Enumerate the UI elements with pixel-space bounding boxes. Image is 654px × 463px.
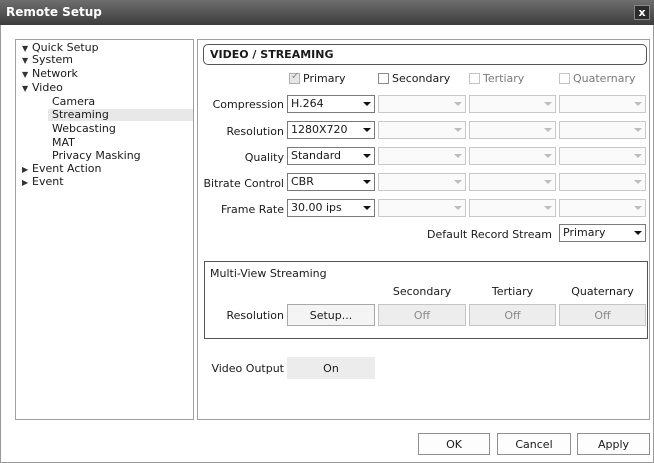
quality-label: Quality bbox=[244, 151, 284, 164]
default-record-stream-select[interactable]: Primary bbox=[559, 224, 646, 242]
resolution-label: Resolution bbox=[226, 125, 284, 138]
expand-arrow-icon: ▶ bbox=[22, 178, 29, 187]
tree-item-streaming[interactable]: Streaming bbox=[48, 109, 193, 121]
expand-arrow-icon: ▼ bbox=[22, 56, 29, 65]
tree-item-system[interactable]: ▼ System bbox=[22, 54, 73, 66]
secondary-label: Secondary bbox=[392, 72, 451, 85]
expand-arrow-icon: ▼ bbox=[22, 70, 29, 79]
close-icon[interactable]: x bbox=[634, 5, 650, 20]
bitrate-control-quaternary-select[interactable] bbox=[559, 173, 646, 191]
multiview-secondary-off-button[interactable]: Off bbox=[378, 304, 466, 326]
bitrate-control-primary-select[interactable]: CBR bbox=[287, 173, 375, 191]
compression-quaternary-select[interactable] bbox=[559, 95, 646, 113]
tree-item-video[interactable]: ▼ Video bbox=[22, 82, 63, 94]
apply-button[interactable]: Apply bbox=[577, 433, 650, 455]
tree-item-mat[interactable]: MAT bbox=[52, 137, 75, 149]
quality-primary-select[interactable]: Standard bbox=[287, 147, 375, 165]
tree-item-privacy-masking[interactable]: Privacy Masking bbox=[52, 150, 141, 162]
window-title: Remote Setup bbox=[6, 5, 102, 19]
primary-checkbox[interactable] bbox=[289, 71, 300, 84]
section-title: VIDEO / STREAMING bbox=[203, 44, 647, 65]
tree-item-webcasting[interactable]: Webcasting bbox=[52, 123, 116, 135]
bitrate-control-label: Bitrate Control bbox=[203, 177, 284, 190]
compression-tertiary-select[interactable] bbox=[469, 95, 556, 113]
secondary-checkbox[interactable] bbox=[378, 73, 389, 84]
tree-item-camera[interactable]: Camera bbox=[52, 96, 95, 108]
quality-secondary-select[interactable] bbox=[378, 147, 466, 165]
multiview-col-tertiary: Tertiary bbox=[491, 285, 534, 298]
quaternary-checkbox[interactable] bbox=[559, 73, 570, 84]
frame-rate-primary-select[interactable]: 30.00 ips bbox=[287, 199, 375, 217]
quality-quaternary-select[interactable] bbox=[559, 147, 646, 165]
quality-tertiary-select[interactable] bbox=[469, 147, 556, 165]
title-bar: Remote Setup x bbox=[0, 0, 654, 25]
tree-item-event[interactable]: ▶ Event bbox=[22, 176, 64, 188]
tertiary-checkbox[interactable] bbox=[469, 73, 480, 84]
default-record-stream-label: Default Record Stream bbox=[427, 228, 552, 241]
multiview-resolution-label: Resolution bbox=[226, 309, 284, 322]
resolution-quaternary-select[interactable] bbox=[559, 121, 646, 139]
multiview-quaternary-off-button[interactable]: Off bbox=[559, 304, 646, 326]
frame-rate-quaternary-select[interactable] bbox=[559, 199, 646, 217]
multi-view-streaming-title: Multi-View Streaming bbox=[210, 267, 327, 280]
multiview-col-secondary: Secondary bbox=[392, 285, 452, 298]
resolution-secondary-select[interactable] bbox=[378, 121, 466, 139]
bitrate-control-tertiary-select[interactable] bbox=[469, 173, 556, 191]
expand-arrow-icon: ▼ bbox=[22, 84, 29, 93]
expand-arrow-icon: ▶ bbox=[22, 165, 29, 174]
quaternary-label: Quaternary bbox=[573, 72, 636, 85]
video-output-toggle[interactable]: On bbox=[287, 357, 375, 379]
video-output-label: Video Output bbox=[211, 362, 284, 375]
compression-primary-select[interactable]: H.264 bbox=[287, 95, 375, 113]
resolution-primary-select[interactable]: 1280X720 bbox=[287, 121, 375, 139]
frame-rate-tertiary-select[interactable] bbox=[469, 199, 556, 217]
cancel-button[interactable]: Cancel bbox=[497, 433, 571, 455]
resolution-tertiary-select[interactable] bbox=[469, 121, 556, 139]
settings-tree bbox=[15, 39, 194, 420]
compression-label: Compression bbox=[212, 98, 284, 111]
tree-item-event-action[interactable]: ▶ Event Action bbox=[22, 163, 101, 175]
compression-secondary-select[interactable] bbox=[378, 95, 466, 113]
tree-item-network[interactable]: ▼ Network bbox=[22, 68, 78, 80]
multiview-col-quaternary: Quaternary bbox=[571, 285, 634, 298]
multiview-setup-button[interactable]: Setup... bbox=[287, 304, 375, 326]
ok-button[interactable]: OK bbox=[418, 433, 490, 455]
frame-rate-secondary-select[interactable] bbox=[378, 199, 466, 217]
frame-rate-label: Frame Rate bbox=[221, 203, 284, 216]
primary-label: Primary bbox=[303, 72, 346, 85]
tertiary-label: Tertiary bbox=[483, 72, 525, 85]
multiview-tertiary-off-button[interactable]: Off bbox=[469, 304, 556, 326]
bitrate-control-secondary-select[interactable] bbox=[378, 173, 466, 191]
